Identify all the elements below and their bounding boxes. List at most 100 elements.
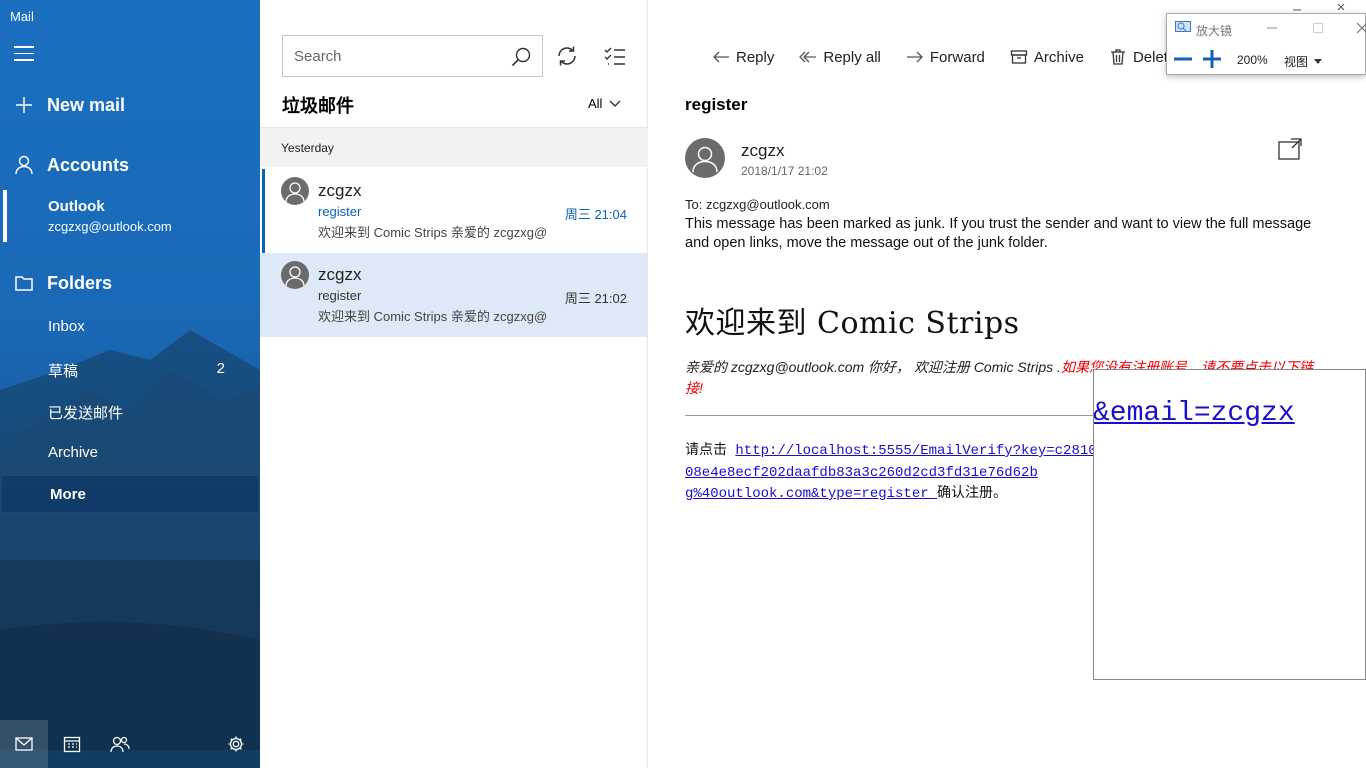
message-sender: zcgzx — [318, 181, 362, 200]
email-body-heading: 欢迎来到 Comic Strips — [685, 306, 1020, 341]
date-group-label: Yesterday — [281, 141, 334, 155]
reply-all-button[interactable]: Reply all — [799, 48, 881, 66]
search-box[interactable] — [282, 35, 543, 77]
zoom-out-icon[interactable] — [1173, 49, 1193, 69]
message-sender: zcgzx — [318, 265, 362, 284]
magnifier-app-icon — [1175, 21, 1191, 32]
selection-mode-icon[interactable] — [603, 44, 627, 68]
message-preview: 欢迎来到 Comic Strips 亲爱的 zcgzxg@ — [318, 309, 548, 324]
search-icon[interactable] — [510, 46, 532, 68]
magnifier-titlebar[interactable]: 放大镜 — [1167, 14, 1366, 42]
person-icon — [15, 155, 33, 175]
sender-name[interactable]: zcgzx — [741, 141, 784, 161]
folders-button[interactable]: Folders — [0, 268, 260, 298]
avatar — [281, 261, 309, 289]
folder-inbox[interactable]: Inbox — [0, 308, 260, 346]
archive-icon — [1010, 50, 1028, 64]
reply-label: Reply — [736, 48, 775, 66]
message-subject-heading: register — [685, 95, 748, 114]
folder-icon — [15, 276, 33, 291]
junk-notice: This message has been marked as junk. If… — [685, 216, 1312, 251]
minimize-icon[interactable] — [1265, 21, 1279, 35]
plus-icon — [16, 97, 32, 113]
hamburger-menu-icon[interactable] — [14, 46, 34, 64]
folder-more[interactable]: More — [1, 475, 259, 513]
divider — [685, 415, 1095, 416]
message-date: 2018/1/17 21:02 — [741, 164, 828, 178]
view-dropdown[interactable]: 视图 — [1284, 53, 1323, 70]
folder-count: 2 — [216, 360, 225, 377]
filter-label: All — [588, 96, 603, 111]
magnifier-title: 放大镜 — [1196, 24, 1233, 38]
account-outlook[interactable]: Outlook zcgzxg@outlook.com — [0, 190, 260, 242]
message-toolbar: Reply Reply all Forward Archive Delete — [712, 46, 1201, 68]
search-input[interactable] — [283, 36, 503, 76]
folder-sent[interactable]: 已发送邮件 — [0, 392, 260, 430]
message-subject: register — [318, 288, 362, 303]
greeting-text: 亲爱的 zcgzxg@outlook.com 你好， 欢迎注册 Comic St… — [685, 359, 1061, 375]
forward-button[interactable]: Forward — [906, 48, 985, 66]
window-controls — [1293, 3, 1345, 11]
folder-archive[interactable]: Archive — [0, 434, 260, 472]
folder-title: 垃圾邮件 — [282, 96, 354, 116]
date-group-header: Yesterday — [260, 127, 648, 167]
mail-icon — [15, 737, 33, 751]
folder-label: Inbox — [48, 318, 85, 335]
sync-icon[interactable] — [555, 44, 579, 68]
new-mail-label: New mail — [47, 94, 126, 115]
accounts-button[interactable]: Accounts — [0, 150, 260, 180]
message-subject: register — [318, 204, 362, 219]
bottom-app-bar — [0, 720, 260, 768]
link-suffix: 确认注册。 — [937, 486, 1008, 502]
recipient-line: To: zcgzxg@outlook.com — [685, 197, 830, 212]
verification-paragraph: 请点击 http://localhost:5555/EmailVerify?ke… — [685, 441, 1105, 506]
new-mail-button[interactable]: New mail — [0, 90, 260, 120]
open-in-new-window-icon[interactable] — [1278, 138, 1302, 160]
calendar-icon — [63, 736, 81, 753]
caret-down-icon — [1314, 59, 1323, 64]
forward-icon — [906, 51, 923, 63]
view-label: 视图 — [1284, 55, 1309, 69]
gear-icon — [228, 736, 244, 752]
message-item[interactable]: zcgzx register 欢迎来到 Comic Strips 亲爱的 zcg… — [260, 169, 647, 253]
filter-dropdown[interactable]: All — [588, 96, 621, 111]
archive-button[interactable]: Archive — [1010, 48, 1084, 66]
navigation-pane: Mail New mail Accounts Outlook zcgzxg@ou… — [0, 0, 260, 768]
magnifier-lens: &email=zcgzx — [1093, 369, 1366, 680]
reply-all-label: Reply all — [823, 48, 881, 66]
reply-icon — [713, 51, 729, 63]
magnifier-window: 放大镜 200% 视图 — [1166, 13, 1366, 75]
magnified-text: &email=zcgzx — [1093, 398, 1295, 429]
selected-indicator — [262, 169, 265, 253]
close-icon[interactable] — [1355, 21, 1366, 35]
avatar — [281, 177, 309, 205]
app-title: Mail — [10, 9, 34, 24]
reply-button[interactable]: Reply — [712, 48, 774, 66]
folder-label: More — [50, 486, 86, 503]
account-email: zcgzxg@outlook.com — [48, 219, 172, 234]
verification-link[interactable]: http://localhost:5555/EmailVerify?key=c2… — [685, 443, 1097, 502]
zoom-in-icon[interactable] — [1202, 49, 1222, 69]
settings-button[interactable] — [212, 720, 260, 768]
message-preview: 欢迎来到 Comic Strips 亲爱的 zcgzxg@ — [318, 225, 548, 240]
message-list-pane: 垃圾邮件 All Yesterday zcgzx register 欢迎来到 C… — [260, 0, 648, 768]
forward-label: Forward — [929, 48, 985, 66]
zoom-level: 200% — [1237, 53, 1268, 67]
message-time: 周三 21:02 — [564, 291, 627, 306]
account-name: Outlook — [48, 198, 105, 215]
accounts-label: Accounts — [47, 154, 130, 175]
folder-drafts[interactable]: 草稿 2 — [0, 350, 260, 388]
calendar-app-button[interactable] — [48, 720, 96, 768]
archive-label: Archive — [1033, 48, 1084, 66]
trash-icon — [1110, 49, 1125, 65]
message-item[interactable]: zcgzx register 欢迎来到 Comic Strips 亲爱的 zcg… — [260, 253, 647, 337]
message-time: 周三 21:04 — [564, 207, 627, 222]
folder-label: 已发送邮件 — [48, 405, 124, 422]
sender-avatar — [685, 138, 725, 178]
people-app-button[interactable] — [96, 720, 144, 768]
chevron-down-icon — [609, 100, 621, 107]
maximize-icon[interactable] — [1311, 21, 1325, 35]
link-prefix: 请点击 — [685, 443, 736, 459]
folder-label: Archive — [48, 444, 99, 461]
mail-app-button[interactable] — [0, 720, 48, 768]
